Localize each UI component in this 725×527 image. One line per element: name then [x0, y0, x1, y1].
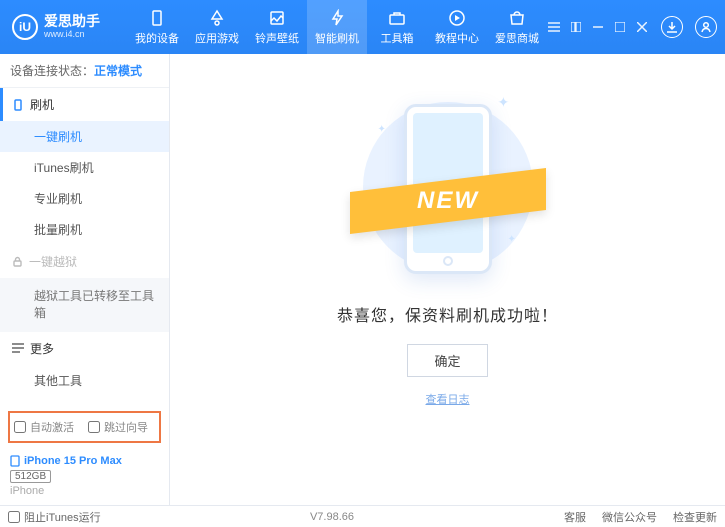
- block-itunes-label: 阻止iTunes运行: [24, 509, 101, 525]
- topnav-label: 我的设备: [135, 30, 179, 46]
- sidebar-item-flash-0[interactable]: 一键刷机: [0, 121, 169, 152]
- topnav-tutorial[interactable]: 教程中心: [427, 0, 487, 54]
- topnav-device[interactable]: 我的设备: [127, 0, 187, 54]
- tools-icon: [388, 9, 406, 27]
- menu-icon[interactable]: [547, 20, 561, 34]
- sidebar-item-flash-1[interactable]: iTunes刷机: [0, 152, 169, 183]
- version-label: V7.98.66: [310, 511, 354, 523]
- jailbreak-note: 越狱工具已转移至工具箱: [0, 278, 169, 332]
- apps-icon: [208, 9, 226, 27]
- maximize-button[interactable]: [613, 20, 627, 34]
- topnav-tools[interactable]: 工具箱: [367, 0, 427, 54]
- topnav-media[interactable]: 铃声壁纸: [247, 0, 307, 54]
- block-itunes-check[interactable]: 阻止iTunes运行: [8, 509, 101, 525]
- logo-icon: iU: [12, 14, 38, 40]
- lock-icon: [12, 256, 23, 267]
- skip-guide-check[interactable]: 跳过向导: [88, 419, 148, 435]
- footer-link-1[interactable]: 微信公众号: [602, 509, 657, 525]
- topnav-apps[interactable]: 应用游戏: [187, 0, 247, 54]
- topnav-label: 工具箱: [381, 30, 414, 46]
- ribbon-text: NEW: [417, 187, 479, 215]
- layout-icon[interactable]: [569, 20, 583, 34]
- topnav-label: 爱思商城: [495, 30, 539, 46]
- section-jailbreak: 一键越狱: [0, 245, 169, 278]
- device-info: iPhone 15 Pro Max 512GB iPhone: [0, 449, 169, 505]
- device-icon: [10, 455, 20, 467]
- status-label: 设备连接状态：: [10, 64, 94, 78]
- section-flash[interactable]: 刷机: [0, 88, 169, 121]
- success-illustration: ✦ ✦ ✦ NEW: [368, 84, 528, 294]
- topnav-flash[interactable]: 智能刷机: [307, 0, 367, 54]
- success-message: 恭喜您，保资料刷机成功啦！: [337, 302, 558, 326]
- sidebar-item-more-1[interactable]: 下载固件: [0, 396, 169, 405]
- section-more-label: 更多: [30, 340, 54, 357]
- phone-icon: [12, 99, 24, 111]
- minimize-button[interactable]: [591, 20, 605, 34]
- device-icon: [148, 9, 166, 27]
- topnav-label: 铃声壁纸: [255, 30, 299, 46]
- sidebar-item-flash-2[interactable]: 专业刷机: [0, 183, 169, 214]
- list-icon: [12, 343, 24, 353]
- window-controls: [547, 16, 717, 38]
- flash-icon: [328, 9, 346, 27]
- auto-activate-label: 自动激活: [30, 419, 74, 435]
- store-icon: [508, 9, 526, 27]
- close-button[interactable]: [635, 20, 649, 34]
- topnav-label: 应用游戏: [195, 30, 239, 46]
- brand-url: www.i4.cn: [44, 30, 100, 40]
- topnav-label: 智能刷机: [315, 30, 359, 46]
- status-value: 正常模式: [94, 64, 142, 78]
- topnav-store[interactable]: 爱思商城: [487, 0, 547, 54]
- device-name: iPhone 15 Pro Max: [10, 455, 159, 467]
- ok-button[interactable]: 确定: [407, 344, 487, 377]
- connection-status: 设备连接状态：正常模式: [0, 54, 169, 88]
- device-storage: 512GB: [10, 470, 51, 483]
- main-panel: ✦ ✦ ✦ NEW 恭喜您，保资料刷机成功啦！ 确定 查看日志: [170, 54, 725, 505]
- skip-guide-label: 跳过向导: [104, 419, 148, 435]
- device-name-text: iPhone 15 Pro Max: [24, 455, 122, 467]
- sidebar-item-more-0[interactable]: 其他工具: [0, 365, 169, 396]
- section-flash-label: 刷机: [30, 96, 54, 113]
- footer-link-0[interactable]: 客服: [564, 509, 586, 525]
- section-more[interactable]: 更多: [0, 332, 169, 365]
- view-log-link[interactable]: 查看日志: [426, 391, 470, 407]
- brand-name: 爱思助手: [44, 14, 100, 29]
- footer-link-2[interactable]: 检查更新: [673, 509, 717, 525]
- topnav-label: 教程中心: [435, 30, 479, 46]
- media-icon: [268, 9, 286, 27]
- tutorial-icon: [448, 9, 466, 27]
- status-bar: 阻止iTunes运行 V7.98.66 客服微信公众号检查更新: [0, 505, 725, 527]
- titlebar: iU 爱思助手 www.i4.cn 我的设备应用游戏铃声壁纸智能刷机 工具箱 教程中…: [0, 0, 725, 54]
- top-nav: 我的设备应用游戏铃声壁纸智能刷机 工具箱 教程中心爱思商城: [127, 0, 547, 54]
- download-button[interactable]: [661, 16, 683, 38]
- user-button[interactable]: [695, 16, 717, 38]
- sidebar-item-flash-3[interactable]: 批量刷机: [0, 214, 169, 245]
- sidebar: 设备连接状态：正常模式 刷机 一键刷机iTunes刷机专业刷机批量刷机 一键越狱…: [0, 54, 170, 505]
- app-logo: iU 爱思助手 www.i4.cn: [8, 14, 127, 40]
- jailbreak-label: 一键越狱: [29, 253, 77, 270]
- option-checks: 自动激活 跳过向导: [8, 411, 161, 443]
- auto-activate-check[interactable]: 自动激活: [14, 419, 74, 435]
- device-type: iPhone: [10, 485, 159, 497]
